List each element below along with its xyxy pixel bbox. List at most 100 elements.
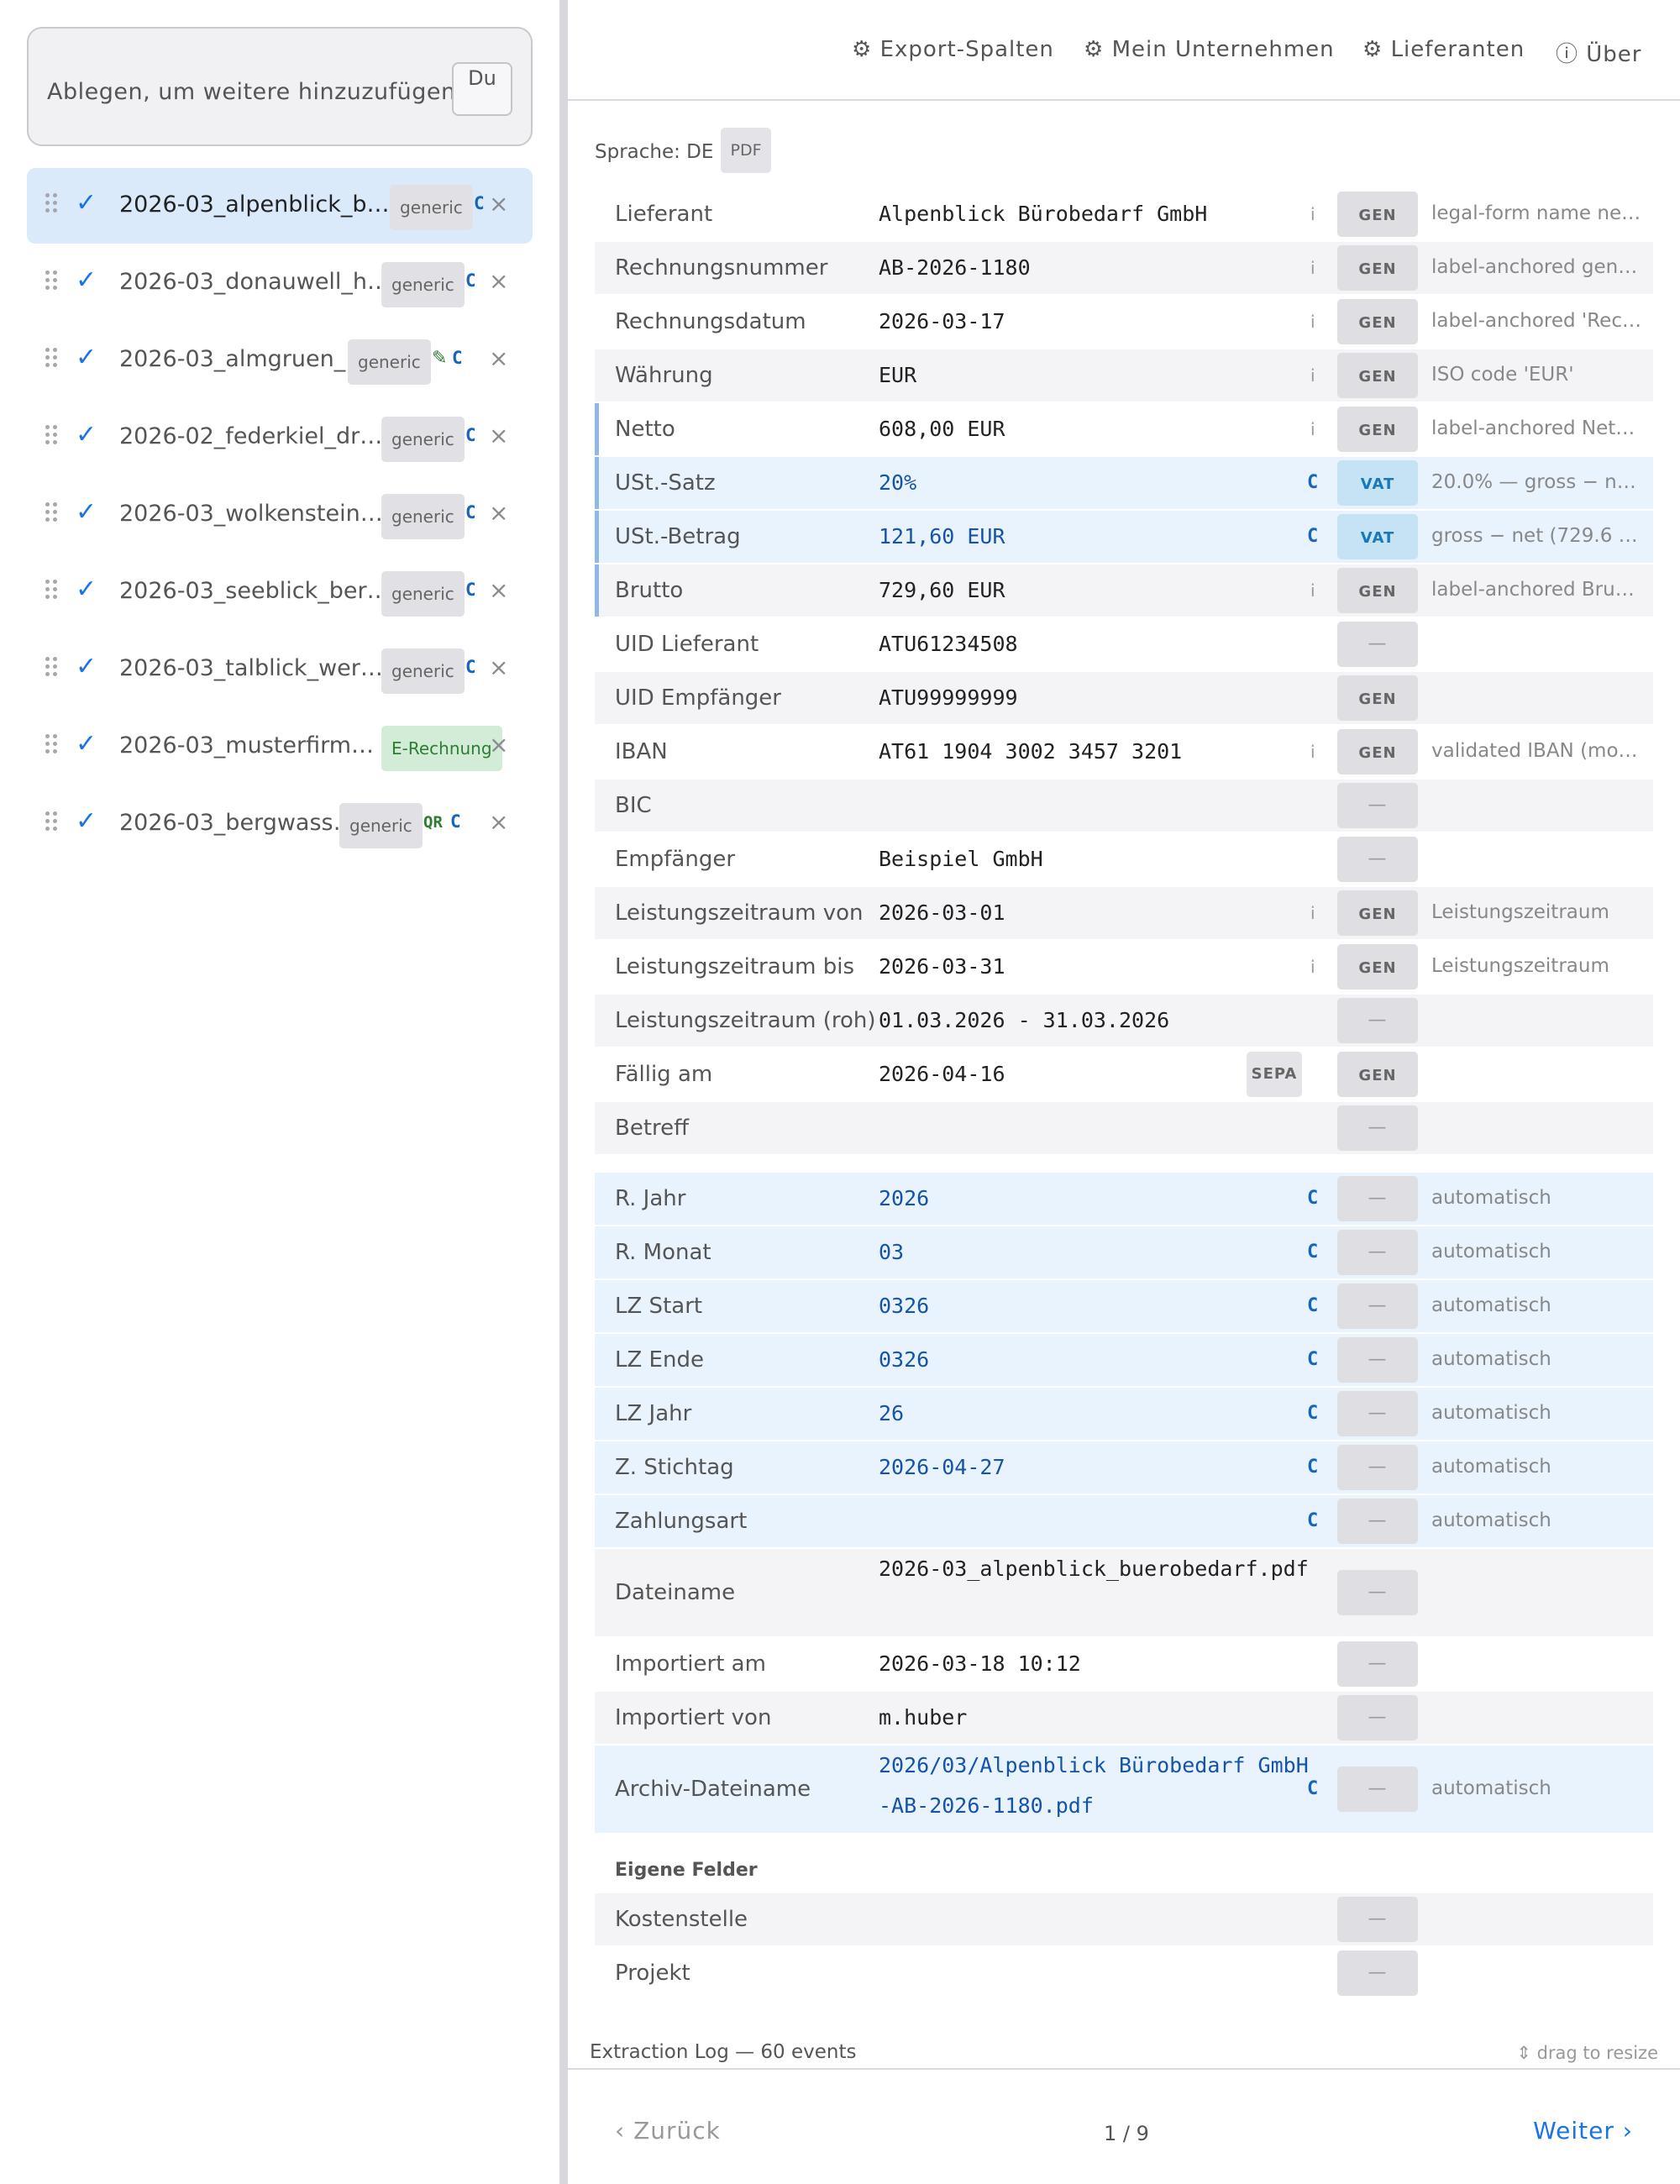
next-button[interactable]: Weiter ›: [1533, 2117, 1633, 2145]
info-icon[interactable]: i: [1310, 312, 1315, 332]
info-icon[interactable]: i: [1310, 580, 1315, 601]
source-badge[interactable]: GEN: [1337, 299, 1418, 344]
source-badge[interactable]: —: [1337, 1230, 1418, 1275]
drop-zone[interactable]: Ablegen, um weitere hinzuzufügen Du: [27, 27, 533, 146]
file-list-item[interactable]: ✓ 2026-03_donauwell_h… generic C ×: [27, 245, 533, 321]
source-badge[interactable]: —: [1337, 1897, 1418, 1942]
source-badge[interactable]: GEN: [1337, 407, 1418, 452]
info-icon[interactable]: i: [1310, 419, 1315, 439]
source-badge[interactable]: —: [1337, 1767, 1418, 1812]
browse-button[interactable]: Du: [452, 62, 512, 116]
field-value[interactable]: 26: [879, 1394, 1315, 1434]
pdf-view-button[interactable]: PDF: [721, 128, 771, 173]
file-list-item[interactable]: ✓ 2026-03_seeblick_ber… generic C ×: [27, 554, 533, 630]
source-badge[interactable]: —: [1337, 1641, 1418, 1687]
field-value[interactable]: EUR: [879, 355, 1315, 396]
field-value[interactable]: 01.03.2026 - 31.03.2026: [879, 1000, 1315, 1041]
info-icon[interactable]: i: [1310, 258, 1315, 278]
field-value[interactable]: 2026-03-18 10:12: [879, 1644, 1315, 1684]
field-value[interactable]: AB-2026-1180: [879, 248, 1315, 288]
info-icon[interactable]: i: [1310, 903, 1315, 923]
source-badge[interactable]: GEN: [1337, 1052, 1418, 1097]
info-icon[interactable]: i: [1310, 742, 1315, 762]
field-value[interactable]: 608,00 EUR: [879, 409, 1315, 449]
source-badge[interactable]: GEN: [1337, 944, 1418, 990]
back-button[interactable]: ‹ Zurück: [615, 2117, 721, 2145]
remove-file-icon[interactable]: ×: [489, 267, 508, 295]
source-badge[interactable]: —: [1337, 1950, 1418, 1996]
field-value[interactable]: Beispiel GmbH: [879, 839, 1315, 879]
field-value[interactable]: 0326: [879, 1340, 1315, 1380]
field-value[interactable]: 121,60 EUR: [879, 517, 1315, 557]
drag-handle-icon[interactable]: [45, 734, 62, 758]
field-value[interactable]: 2026-03_alpenblick_buerobedarf.pdf: [879, 1549, 1315, 1589]
field-value[interactable]: 2026-03-31: [879, 947, 1315, 987]
remove-file-icon[interactable]: ×: [489, 654, 508, 681]
source-badge[interactable]: —: [1337, 998, 1418, 1043]
info-icon[interactable]: i: [1310, 204, 1315, 224]
source-badge[interactable]: —: [1337, 1499, 1418, 1544]
source-badge[interactable]: VAT: [1337, 460, 1418, 506]
source-badge[interactable]: —: [1337, 622, 1418, 667]
drag-handle-icon[interactable]: [45, 425, 62, 449]
field-value[interactable]: m.huber: [879, 1698, 1315, 1738]
field-value[interactable]: 03: [879, 1232, 1315, 1273]
file-list-item[interactable]: ✓ 2026-03_almgruen_… generic ✎ C ×: [27, 323, 533, 398]
source-badge[interactable]: —: [1337, 1176, 1418, 1221]
remove-file-icon[interactable]: ×: [489, 344, 508, 372]
source-badge[interactable]: —: [1337, 1284, 1418, 1329]
field-value[interactable]: 2026/03/Alpenblick Bürobedarf GmbH-AB-20…: [879, 1746, 1315, 1826]
suppliers-link[interactable]: ⚙ Lieferanten: [1362, 37, 1525, 62]
remove-file-icon[interactable]: ×: [489, 576, 508, 604]
file-list-item[interactable]: ✓ 2026-02_federkiel_dr… generic C ×: [27, 400, 533, 475]
source-badge[interactable]: —: [1337, 1391, 1418, 1436]
remove-file-icon[interactable]: ×: [489, 808, 508, 836]
field-value[interactable]: 2026: [879, 1179, 1315, 1219]
remove-file-icon[interactable]: ×: [489, 190, 508, 218]
file-list-item[interactable]: ✓ 2026-03_musterfirm… E-Rechnung ×: [27, 709, 533, 785]
remove-file-icon[interactable]: ×: [489, 422, 508, 449]
source-badge[interactable]: —: [1337, 783, 1418, 828]
field-value[interactable]: 20%: [879, 463, 1315, 503]
field-value[interactable]: 2026-04-27: [879, 1447, 1315, 1488]
file-list-item[interactable]: ✓ 2026-03_wolkenstein… generic C ×: [27, 477, 533, 553]
my-company-link[interactable]: ⚙ Mein Unternehmen: [1084, 37, 1335, 62]
extraction-log-bar[interactable]: Extraction Log — 60 events ⇕ drag to res…: [568, 2033, 1680, 2066]
drag-handle-icon[interactable]: [45, 502, 62, 526]
drag-handle-icon[interactable]: [45, 811, 62, 835]
field-value[interactable]: 0326: [879, 1286, 1315, 1326]
file-list-item[interactable]: ✓ 2026-03_talblick_wer… generic C ×: [27, 632, 533, 707]
source-badge[interactable]: GEN: [1337, 729, 1418, 774]
remove-file-icon[interactable]: ×: [489, 499, 508, 527]
source-badge[interactable]: GEN: [1337, 192, 1418, 237]
remove-file-icon[interactable]: ×: [489, 731, 508, 759]
info-icon[interactable]: i: [1310, 957, 1315, 977]
field-value[interactable]: 2026-03-01: [879, 893, 1315, 933]
drag-handle-icon[interactable]: [45, 348, 62, 371]
source-badge[interactable]: —: [1337, 1445, 1418, 1490]
drag-handle-icon[interactable]: [45, 270, 62, 294]
source-badge[interactable]: —: [1337, 1105, 1418, 1151]
drag-handle-icon[interactable]: [45, 657, 62, 680]
source-badge[interactable]: —: [1337, 1570, 1418, 1615]
source-badge[interactable]: —: [1337, 1337, 1418, 1383]
file-list-item[interactable]: ✓ 2026-03_alpenblick_b… generic C ×: [27, 168, 533, 244]
source-badge[interactable]: GEN: [1337, 568, 1418, 613]
source-badge[interactable]: —: [1337, 1695, 1418, 1740]
source-badge[interactable]: GEN: [1337, 353, 1418, 398]
drag-handle-icon[interactable]: [45, 193, 62, 217]
file-list-item[interactable]: ✓ 2026-03_bergwass… generic QR C ×: [27, 786, 533, 862]
sidebar-resize-handle[interactable]: [559, 0, 568, 2184]
source-badge[interactable]: GEN: [1337, 245, 1418, 291]
field-value[interactable]: ATU99999999: [879, 678, 1315, 718]
about-link[interactable]: ⓘ Über: [1556, 37, 1642, 68]
field-value[interactable]: Alpenblick Bürobedarf GmbH: [879, 194, 1315, 234]
source-badge[interactable]: GEN: [1337, 675, 1418, 721]
field-value[interactable]: ATU61234508: [879, 624, 1315, 664]
export-columns-link[interactable]: ⚙ Export-Spalten: [852, 37, 1054, 62]
info-icon[interactable]: i: [1310, 365, 1315, 386]
field-value[interactable]: 729,60 EUR: [879, 570, 1315, 611]
field-value[interactable]: 2026-03-17: [879, 302, 1315, 342]
drag-handle-icon[interactable]: [45, 580, 62, 603]
source-badge[interactable]: —: [1337, 837, 1418, 882]
